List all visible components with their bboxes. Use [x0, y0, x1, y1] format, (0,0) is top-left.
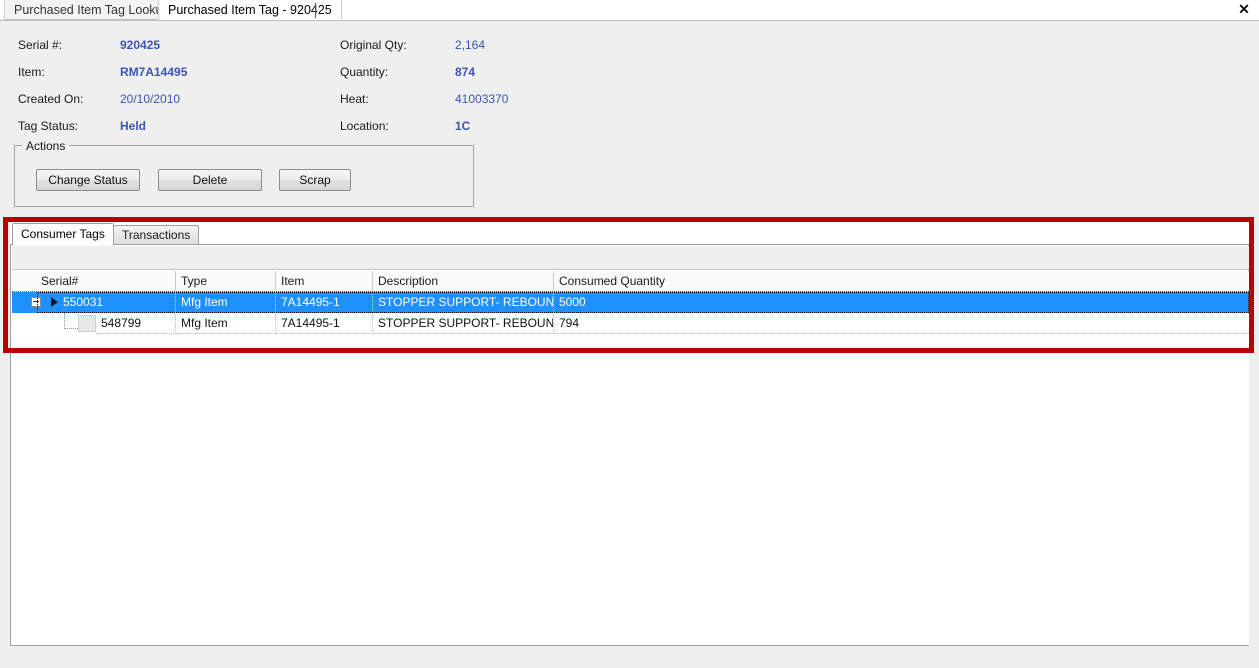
child-row-gutter: [78, 315, 96, 332]
actions-groupbox-title: Actions: [22, 139, 70, 153]
value-created-on: 20/10/2010: [120, 92, 181, 106]
tab-transactions-label: Transactions: [122, 228, 191, 242]
label-item: Item:: [18, 65, 45, 79]
cell-type: Mfg Item: [176, 313, 276, 334]
cell-consumed-quantity: 5000: [559, 295, 586, 309]
document-tab-lookup[interactable]: Purchased Item Tag Lookup: [4, 0, 180, 20]
cell-serial: 548799: [96, 313, 176, 334]
label-location: Location:: [340, 119, 389, 133]
grid-header-row: Serial# Type Item Description Consumed Q…: [12, 271, 1249, 292]
label-quantity: Quantity:: [340, 65, 389, 79]
column-header-item[interactable]: Item: [276, 271, 373, 291]
value-location: 1C: [455, 119, 471, 133]
column-header-serial[interactable]: Serial#: [36, 271, 176, 291]
scrap-button[interactable]: Scrap: [279, 169, 351, 191]
tab-consumer-tags[interactable]: Consumer Tags: [12, 223, 114, 245]
label-serial: Serial #:: [18, 38, 63, 52]
value-original-qty: 2,164: [455, 38, 486, 52]
tab-header-row: Consumer Tags Transactions: [10, 223, 1249, 245]
delete-button[interactable]: Delete: [158, 169, 262, 191]
column-header-description[interactable]: Description: [373, 271, 554, 291]
cell-item: 7A14495-1: [276, 292, 373, 313]
column-header-type[interactable]: Type: [176, 271, 276, 291]
value-heat: 41003370: [455, 92, 509, 106]
cell-description: STOPPER SUPPORT- REBOUND: [373, 292, 554, 313]
consumer-tags-tab-control: Consumer Tags Transactions Serial# Type …: [10, 223, 1249, 646]
label-heat: Heat:: [340, 92, 369, 106]
cell-item: 7A14495-1: [276, 313, 373, 334]
cell-description: STOPPER SUPPORT- REBOUND: [373, 313, 554, 334]
value-item: RM7A14495: [120, 65, 188, 79]
grid-toolbar[interactable]: [12, 246, 1249, 270]
tree-connector-vertical-icon: [64, 313, 66, 329]
document-tab-purchased-item-tag-label: Purchased Item Tag - 920425: [168, 3, 332, 17]
tab-body: Serial# Type Item Description Consumed Q…: [10, 244, 1249, 646]
left-chrome-edge: [0, 21, 10, 646]
label-tag-status: Tag Status:: [18, 119, 79, 133]
cell-type: Mfg Item: [176, 292, 276, 313]
column-header-consumed-quantity[interactable]: Consumed Quantity: [554, 271, 1249, 291]
value-tag-status: Held: [120, 119, 147, 133]
table-row[interactable]: 550031 Mfg Item 7A14495-1 STOPPER SUPPOR…: [12, 292, 1249, 313]
label-original-qty: Original Qty:: [340, 38, 407, 52]
right-chrome-edge: [1249, 217, 1259, 646]
tag-details-panel: Serial #: Item: Created On: Tag Status: …: [0, 21, 1259, 217]
tab-consumer-tags-label: Consumer Tags: [21, 227, 105, 241]
text-caret: [315, 3, 316, 18]
tree-collapse-icon[interactable]: [31, 297, 41, 307]
consumer-tags-grid[interactable]: Serial# Type Item Description Consumed Q…: [12, 271, 1249, 645]
value-quantity: 874: [455, 65, 476, 79]
cell-consumed-quantity: 794: [554, 313, 1249, 334]
document-tab-lookup-label: Purchased Item Tag Lookup: [14, 3, 170, 17]
document-tab-strip: Purchased Item Tag Lookup Purchased Item…: [0, 0, 1259, 21]
value-serial: 920425: [120, 38, 161, 52]
label-created-on: Created On:: [18, 92, 84, 106]
grid-header-gutter: [12, 271, 37, 291]
change-status-button[interactable]: Change Status: [36, 169, 140, 191]
current-row-indicator-icon: [51, 297, 58, 307]
tab-transactions[interactable]: Transactions: [113, 225, 200, 244]
cell-serial: 550031: [58, 292, 176, 313]
bottom-chrome-bar: [0, 646, 1259, 668]
close-icon[interactable]: ✕: [1236, 1, 1252, 18]
table-row[interactable]: 548799 Mfg Item 7A14495-1 STOPPER SUPPOR…: [12, 313, 1249, 334]
